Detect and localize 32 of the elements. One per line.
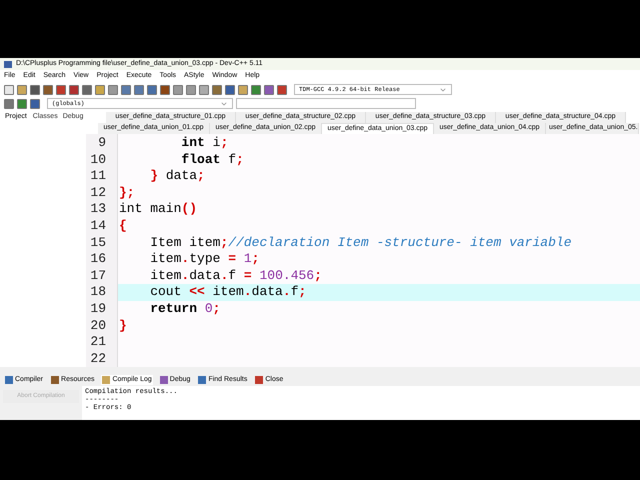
line-number: 13 — [89, 201, 107, 218]
code-line: int main() — [118, 201, 198, 218]
tab-icon — [51, 376, 60, 384]
line-number: 10 — [89, 152, 107, 168]
line-number: 16 — [89, 251, 107, 268]
app-icon — [4, 60, 12, 68]
line-number: 20 — [89, 318, 107, 334]
tab-icon — [5, 376, 13, 384]
tab-icon — [160, 376, 168, 384]
code-line: }; — [118, 184, 136, 202]
code-line: } data; — [149, 168, 206, 185]
code-line: item.type = 1; — [149, 251, 260, 268]
code-line: } — [118, 318, 128, 334]
line-number: 19 — [89, 300, 107, 318]
code-line: float f; — [180, 152, 245, 168]
line-number: 22 — [89, 350, 107, 368]
code-line: Item item;//declaration Item -structure- item variable — [149, 234, 572, 252]
line-number: 18 — [89, 284, 107, 301]
line-number: 12 — [89, 184, 107, 202]
line-number: 11 — [89, 168, 107, 185]
code-line: { — [118, 218, 128, 235]
line-number: 21 — [89, 334, 107, 351]
tab-icon — [102, 376, 110, 384]
code-line: return 0; — [149, 300, 222, 318]
line-number: 14 — [89, 218, 107, 235]
line-number: 9 — [97, 135, 107, 152]
tab-icon — [255, 376, 264, 384]
tab-icon — [198, 376, 206, 384]
code-line: item.data.f = 100.456; — [149, 268, 323, 284]
code-line: int i; — [180, 135, 230, 152]
line-number: 15 — [89, 234, 107, 252]
line-number: 17 — [89, 268, 107, 284]
